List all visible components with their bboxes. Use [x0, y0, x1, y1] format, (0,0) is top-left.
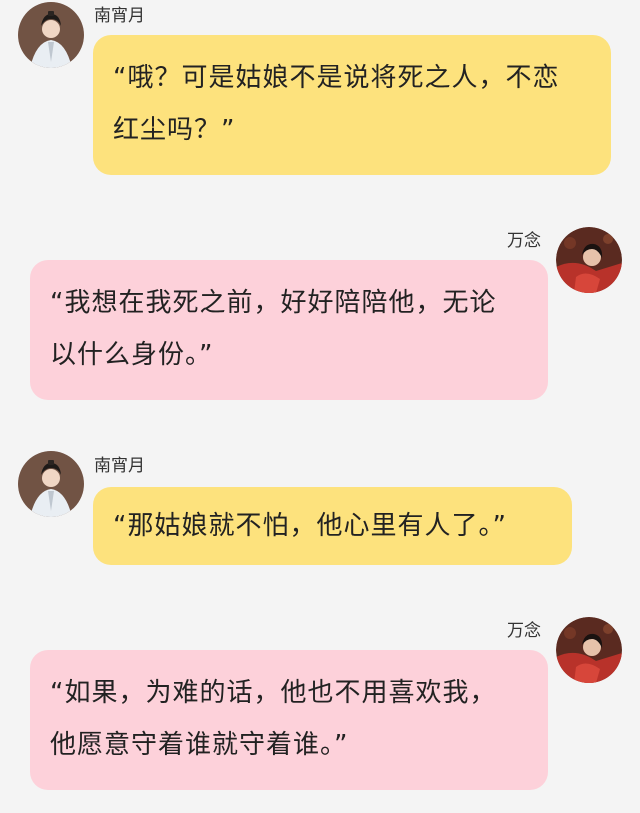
avatar-wannian[interactable]	[556, 617, 622, 683]
avatar-nanxiaoyue[interactable]	[18, 451, 84, 517]
sender-name: 万念	[507, 621, 541, 641]
message-text-line: 他愿意守着谁就守着谁。”	[50, 730, 349, 760]
message-bubble: “那姑娘就不怕，他心里有人了。”	[93, 487, 572, 565]
message-text-line: “那姑娘就不怕，他心里有人了。”	[113, 511, 507, 541]
avatar-nanxiaoyue[interactable]	[18, 2, 84, 68]
avatar-wannian[interactable]	[556, 227, 622, 293]
message-text-line: “我想在我死之前，好好陪陪他，无论	[50, 288, 497, 318]
message-bubble: “如果，为难的话，他也不用喜欢我， 他愿意守着谁就守着谁。”	[30, 650, 548, 790]
message-bubble: “哦？可是姑娘不是说将死之人，不恋 红尘吗？”	[93, 35, 611, 175]
message-bubble: “我想在我死之前，好好陪陪他，无论 以什么身份。”	[30, 260, 548, 400]
message-text-line: “哦？可是姑娘不是说将死之人，不恋	[113, 63, 560, 93]
sender-name: 南宵月	[94, 6, 145, 26]
message-text-line: “如果，为难的话，他也不用喜欢我，	[50, 678, 497, 708]
female-avatar-icon	[556, 617, 622, 683]
female-avatar-icon	[556, 227, 622, 293]
sender-name: 万念	[507, 231, 541, 251]
message-text-line: 红尘吗？”	[113, 115, 236, 145]
male-avatar-icon	[18, 2, 84, 68]
male-avatar-icon	[18, 451, 84, 517]
sender-name: 南宵月	[94, 456, 145, 476]
message-text-line: 以什么身份。”	[50, 340, 214, 370]
